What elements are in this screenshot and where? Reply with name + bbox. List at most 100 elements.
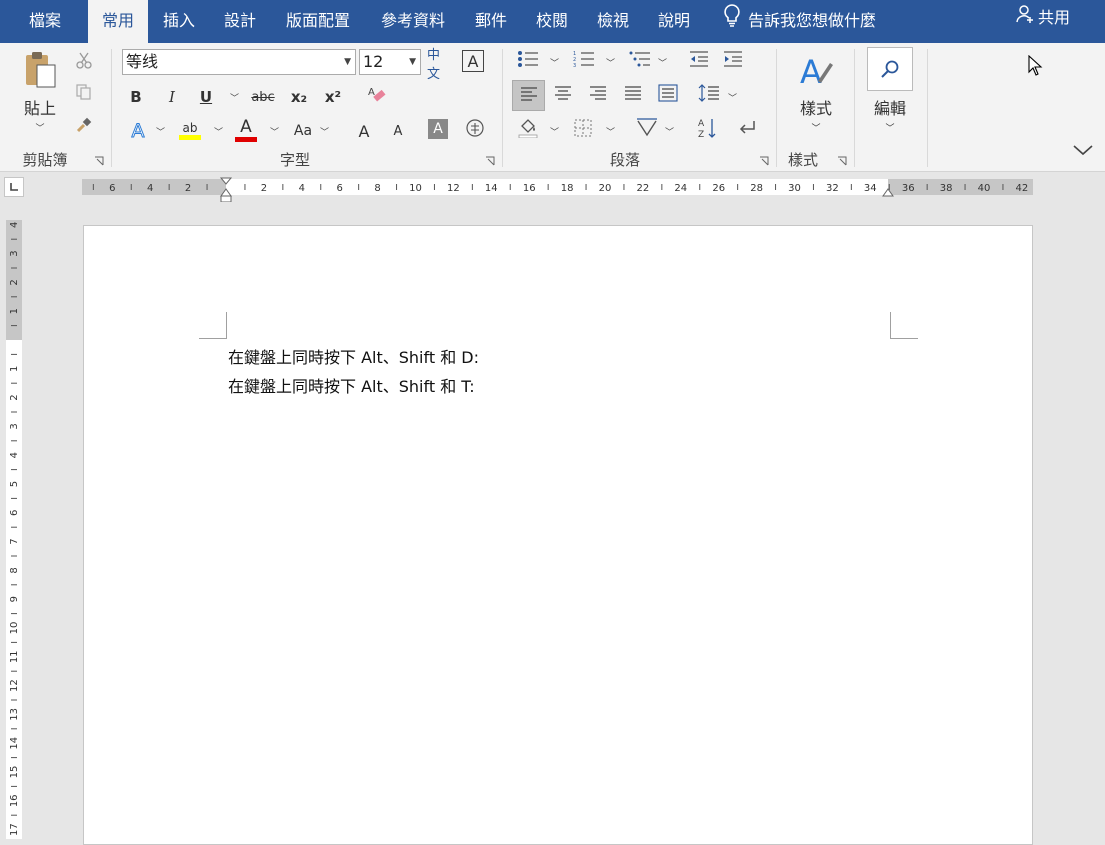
line-spacing-dropdown-icon[interactable]: ﹀ [728, 91, 737, 104]
bullets-button[interactable] [514, 49, 542, 73]
tell-me-text: 告訴我您想做什麼 [748, 11, 877, 30]
share-button[interactable]: 共用 [1016, 0, 1070, 43]
ruler-tick-label: 34 [864, 183, 877, 194]
subscript-button[interactable]: x₂ [287, 85, 311, 109]
styles-dialog-launcher-icon[interactable] [837, 154, 847, 166]
shading-dropdown-icon[interactable]: ﹀ [550, 125, 559, 138]
borders-icon [574, 119, 592, 141]
highlight-button[interactable]: ab [178, 117, 202, 143]
ruler-tick-label: 7 [9, 538, 20, 544]
copy-button[interactable] [72, 83, 96, 105]
bold-button[interactable]: B [124, 85, 148, 109]
vertical-ruler[interactable]: 4 3 2 1 1 2 3 4 5 6 7 8 9 10 11 12 13 14 15 16 17 [0, 202, 28, 839]
asian-layout-button[interactable] [634, 117, 660, 143]
tab-file[interactable]: 檔案 [16, 0, 74, 43]
ruler-tick-label: 3 [9, 250, 20, 256]
align-left-button[interactable] [512, 80, 545, 111]
document-page[interactable]: 在鍵盤上同時按下 Alt、Shift 和 D: 在鍵盤上同時按下 Alt、Shi… [83, 225, 1033, 845]
numbering-dropdown-icon[interactable]: ﹀ [606, 56, 615, 69]
shrink-font-button[interactable]: A [386, 119, 410, 143]
cut-button[interactable] [72, 51, 96, 73]
show-hide-marks-button[interactable] [734, 117, 760, 143]
tab-layout[interactable]: 版面配置 [272, 0, 364, 43]
ruler-tick-label: 8 [9, 567, 20, 573]
ruler-tick-label: 14 [485, 183, 498, 194]
align-right-button[interactable] [585, 81, 611, 109]
multilevel-list-button[interactable] [626, 49, 654, 73]
character-shading-button[interactable]: A [428, 119, 448, 139]
tab-view[interactable]: 檢視 [584, 0, 642, 43]
align-center-button[interactable] [550, 81, 576, 109]
clear-formatting-button[interactable]: A [364, 85, 388, 109]
clipboard-dialog-launcher-icon[interactable] [94, 154, 104, 166]
decrease-indent-button[interactable] [686, 49, 712, 73]
collapse-ribbon-icon[interactable] [1072, 143, 1094, 161]
phonetic-guide-button[interactable]: 中文 [427, 48, 451, 82]
paragraph-dialog-launcher-icon[interactable] [759, 154, 769, 166]
underline-dropdown-icon[interactable]: ﹀ [230, 91, 239, 104]
ribbon-tab-bar: 檔案 常用 插入 設計 版面配置 參考資料 郵件 校閱 檢視 說明 告訴我您想做… [0, 0, 1105, 43]
group-separator [776, 49, 777, 167]
multilevel-dropdown-icon[interactable]: ﹀ [658, 56, 667, 69]
tab-review[interactable]: 校閱 [523, 0, 581, 43]
tab-references[interactable]: 參考資料 [367, 0, 459, 43]
borders-button[interactable] [570, 117, 596, 143]
sort-button[interactable]: AZ [694, 117, 720, 143]
justify-icon [624, 86, 642, 104]
ruler-tick-label: 12 [9, 679, 20, 692]
paste-button[interactable]: 貼上 ﹀ [14, 51, 66, 141]
distributed-button[interactable] [655, 81, 681, 109]
bullets-dropdown-icon[interactable]: ﹀ [550, 56, 559, 69]
superscript-button[interactable]: x² [321, 85, 345, 109]
asian-layout-dropdown-icon[interactable]: ﹀ [665, 125, 674, 138]
underline-button[interactable]: U [194, 85, 218, 109]
font-name-combobox[interactable]: 等线 ▼ [122, 49, 356, 75]
paste-label: 貼上 [23, 99, 56, 118]
document-line-1[interactable]: 在鍵盤上同時按下 Alt、Shift 和 D: [228, 344, 479, 368]
editing-button[interactable]: 編輯 ﹀ [864, 47, 916, 139]
left-indent-marker[interactable] [220, 195, 232, 202]
font-color-button[interactable]: A [234, 115, 258, 143]
document-line-2[interactable]: 在鍵盤上同時按下 Alt、Shift 和 T: [228, 373, 475, 397]
editing-label: 編輯 [873, 99, 906, 118]
distributed-icon [658, 84, 678, 106]
line-spacing-button[interactable] [696, 81, 722, 109]
character-border-button[interactable]: A [462, 50, 484, 72]
ribbon-home: 貼上 ﹀ 剪貼簿 等线 ▼ 12 ▼ 中文 A B I U ﹀ abc x₂ x… [0, 43, 1105, 172]
search-icon [867, 47, 913, 91]
highlight-dropdown-icon[interactable]: ﹀ [214, 125, 223, 138]
align-right-icon [589, 86, 607, 104]
text-effects-button[interactable]: A [126, 119, 150, 143]
tab-design[interactable]: 設計 [211, 0, 269, 43]
horizontal-ruler[interactable]: 6 4 2 2 4 6 8 10 12 14 16 18 20 22 24 26 28 30 32 34 36 38 40 4… [0, 172, 1105, 202]
grow-font-button[interactable]: A [352, 119, 376, 143]
increase-indent-button[interactable] [720, 49, 746, 73]
borders-dropdown-icon[interactable]: ﹀ [606, 125, 615, 138]
numbering-button[interactable]: 123 [570, 49, 598, 73]
highlighter-color-bar [179, 134, 201, 140]
font-dialog-launcher-icon[interactable] [485, 154, 495, 166]
text-effects-dropdown-icon[interactable]: ﹀ [156, 125, 165, 138]
styles-gallery-button[interactable]: A 樣式 ﹀ [790, 51, 842, 141]
tab-mailings[interactable]: 郵件 [462, 0, 520, 43]
dropdown-arrow-icon: ▼ [409, 57, 416, 67]
tell-me-search[interactable]: 告訴我您想做什麼 [722, 0, 876, 43]
tab-help[interactable]: 說明 [645, 0, 703, 43]
enclose-characters-button[interactable] [464, 119, 486, 141]
tab-insert[interactable]: 插入 [150, 0, 208, 43]
tab-home[interactable]: 常用 [88, 0, 148, 43]
change-case-dropdown-icon[interactable]: ﹀ [320, 125, 329, 138]
copy-icon [75, 83, 93, 105]
ruler-tick-label: 2 [185, 183, 191, 194]
font-color-bar [235, 136, 257, 142]
ruler-tick-label: 10 [9, 622, 20, 635]
italic-button[interactable]: I [160, 85, 184, 109]
font-color-dropdown-icon[interactable]: ﹀ [270, 125, 279, 138]
justify-button[interactable] [620, 81, 646, 109]
shading-button[interactable] [514, 115, 542, 143]
format-painter-button[interactable] [72, 116, 96, 138]
change-case-button[interactable]: Aa [290, 119, 316, 143]
font-size-combobox[interactable]: 12 ▼ [359, 49, 421, 75]
styles-icon: A [796, 51, 836, 95]
strikethrough-button[interactable]: abc [250, 85, 276, 109]
